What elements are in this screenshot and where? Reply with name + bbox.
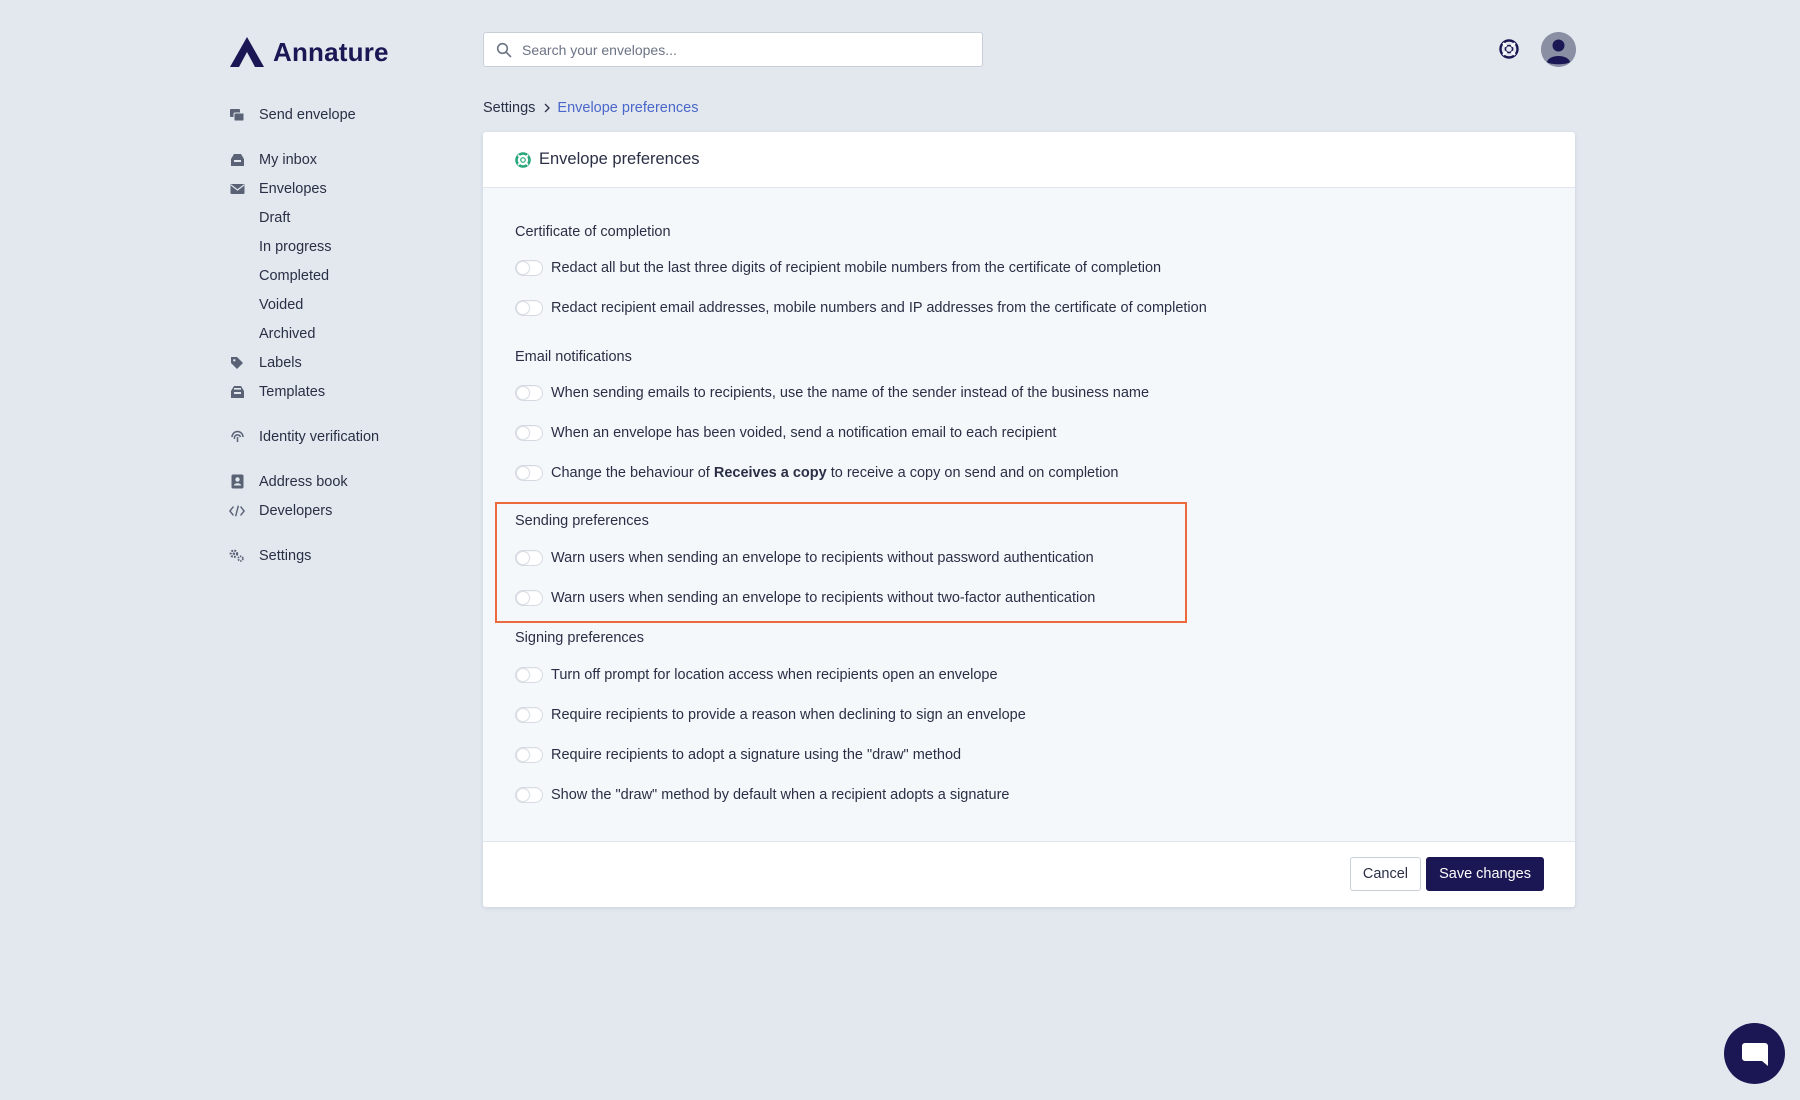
section-title-signing-preferences: Signing preferences: [515, 630, 644, 646]
address-book-icon: [229, 474, 245, 490]
sidebar-item-completed[interactable]: Completed: [229, 261, 459, 290]
toggle-switch[interactable]: [515, 465, 543, 481]
lifebuoy-icon: [515, 151, 531, 168]
gears-icon: [229, 548, 245, 564]
card-title: Envelope preferences: [539, 150, 700, 168]
sidebar-item-label: My inbox: [259, 151, 318, 168]
option-label: Warn users when sending an envelope to r…: [551, 590, 1096, 606]
sidebar-item-label: Settings: [259, 547, 312, 564]
sidebar-item-label: Identity verification: [259, 428, 380, 445]
breadcrumb: Settings Envelope preferences: [483, 100, 698, 116]
toggle-switch[interactable]: [515, 300, 543, 316]
chat-launcher-button[interactable]: [1724, 1023, 1785, 1084]
breadcrumb-current[interactable]: Envelope preferences: [557, 100, 698, 116]
sidebar-item-send-envelope[interactable]: Send envelope: [229, 100, 459, 129]
option-row: Require recipients to provide a reason w…: [515, 705, 1026, 725]
user-avatar[interactable]: [1541, 32, 1576, 67]
send-envelope-icon: [229, 107, 245, 123]
sidebar-item-settings[interactable]: Settings: [229, 541, 459, 570]
option-row: Warn users when sending an envelope to r…: [515, 588, 1095, 608]
toggle-switch[interactable]: [515, 425, 543, 441]
chat-bubble-icon: [1741, 1042, 1768, 1066]
sidebar-item-label: Labels: [259, 354, 302, 371]
save-changes-button[interactable]: Save changes: [1426, 857, 1544, 891]
option-label: Warn users when sending an envelope to r…: [551, 550, 1094, 566]
option-row: Warn users when sending an envelope to r…: [515, 548, 1094, 568]
sidebar-nav: Send envelope My inbox Envelopes Draft I…: [229, 100, 459, 570]
option-row: Show the "draw" method by default when a…: [515, 785, 1009, 805]
sidebar-item-voided[interactable]: Voided: [229, 290, 459, 319]
sidebar-item-label: In progress: [259, 238, 332, 255]
fingerprint-icon: [229, 429, 245, 445]
option-row: When sending emails to recipients, use t…: [515, 383, 1149, 403]
section-title-sending-preferences: Sending preferences: [515, 513, 649, 529]
option-row: When an envelope has been voided, send a…: [515, 423, 1056, 443]
option-row: Redact recipient email addresses, mobile…: [515, 298, 1207, 318]
option-row: Redact all but the last three digits of …: [515, 258, 1161, 278]
envelope-icon: [229, 181, 245, 197]
inbox-icon: [229, 152, 245, 168]
sidebar-item-label: Voided: [259, 296, 304, 313]
sidebar-item-label: Address book: [259, 473, 348, 490]
sidebar-item-label: Archived: [259, 325, 316, 342]
sidebar-item-in-progress[interactable]: In progress: [229, 232, 459, 261]
brand-name: Annature: [273, 36, 389, 67]
sidebar-item-templates[interactable]: Templates: [229, 377, 459, 406]
sidebar-item-label: Developers: [259, 502, 333, 519]
search-icon: [496, 42, 512, 57]
option-label: Redact recipient email addresses, mobile…: [551, 300, 1207, 316]
option-row: Change the behaviour of Receives a copy …: [515, 463, 1119, 483]
toggle-switch[interactable]: [515, 260, 543, 276]
card-header: Envelope preferences: [483, 132, 1575, 188]
sidebar-item-my-inbox[interactable]: My inbox: [229, 145, 459, 174]
envelope-preferences-card: Envelope preferences Certificate of comp…: [483, 132, 1575, 907]
search-input[interactable]: [522, 41, 962, 58]
option-label: Require recipients to adopt a signature …: [551, 747, 962, 763]
toggle-switch[interactable]: [515, 385, 543, 401]
sidebar-item-label: Templates: [259, 383, 326, 400]
section-title-email-notifications: Email notifications: [515, 349, 632, 365]
toggle-switch[interactable]: [515, 590, 543, 606]
user-icon: [1541, 32, 1576, 67]
sidebar-item-developers[interactable]: Developers: [229, 496, 459, 525]
option-label: When sending emails to recipients, use t…: [551, 385, 1150, 401]
option-label: Redact all but the last three digits of …: [551, 260, 1162, 276]
templates-icon: [229, 384, 245, 400]
chevron-right-icon: [544, 103, 551, 113]
sidebar-item-labels[interactable]: Labels: [229, 348, 459, 377]
toggle-switch[interactable]: [515, 787, 543, 803]
option-label: Change the behaviour of Receives a copy …: [551, 465, 1119, 481]
toggle-switch[interactable]: [515, 707, 543, 723]
cancel-button[interactable]: Cancel: [1349, 857, 1421, 891]
toggle-switch[interactable]: [515, 667, 543, 683]
sidebar-item-archived[interactable]: Archived: [229, 319, 459, 348]
sidebar-item-draft[interactable]: Draft: [229, 203, 459, 232]
sidebar-item-envelopes[interactable]: Envelopes: [229, 174, 459, 203]
tag-icon: [229, 355, 245, 371]
sidebar-item-address-book[interactable]: Address book: [229, 467, 459, 496]
option-label: Turn off prompt for location access when…: [551, 667, 998, 683]
toggle-switch[interactable]: [515, 550, 543, 566]
toggle-switch[interactable]: [515, 747, 543, 763]
sidebar-item-label: Completed: [259, 267, 330, 284]
search-bar[interactable]: [483, 32, 983, 67]
sidebar-item-label: Draft: [259, 209, 291, 226]
sidebar-item-label: Send envelope: [259, 106, 356, 123]
breadcrumb-settings-link[interactable]: Settings: [483, 100, 535, 116]
sidebar-item-label: Envelopes: [259, 180, 327, 197]
brand-logo[interactable]: Annature: [229, 36, 389, 68]
card-footer: Cancel Save changes: [483, 841, 1575, 907]
annature-logo-icon: [230, 37, 264, 67]
option-label: Show the "draw" method by default when a…: [551, 787, 1010, 803]
option-row: Require recipients to adopt a signature …: [515, 745, 961, 765]
sidebar-item-identity-verification[interactable]: Identity verification: [229, 422, 459, 451]
option-row: Turn off prompt for location access when…: [515, 665, 998, 685]
option-label: When an envelope has been voided, send a…: [551, 425, 1057, 441]
help-lifebuoy-icon[interactable]: [1498, 38, 1520, 60]
code-icon: [229, 503, 245, 519]
option-label: Require recipients to provide a reason w…: [551, 707, 1026, 723]
section-title-certificate: Certificate of completion: [515, 224, 671, 240]
